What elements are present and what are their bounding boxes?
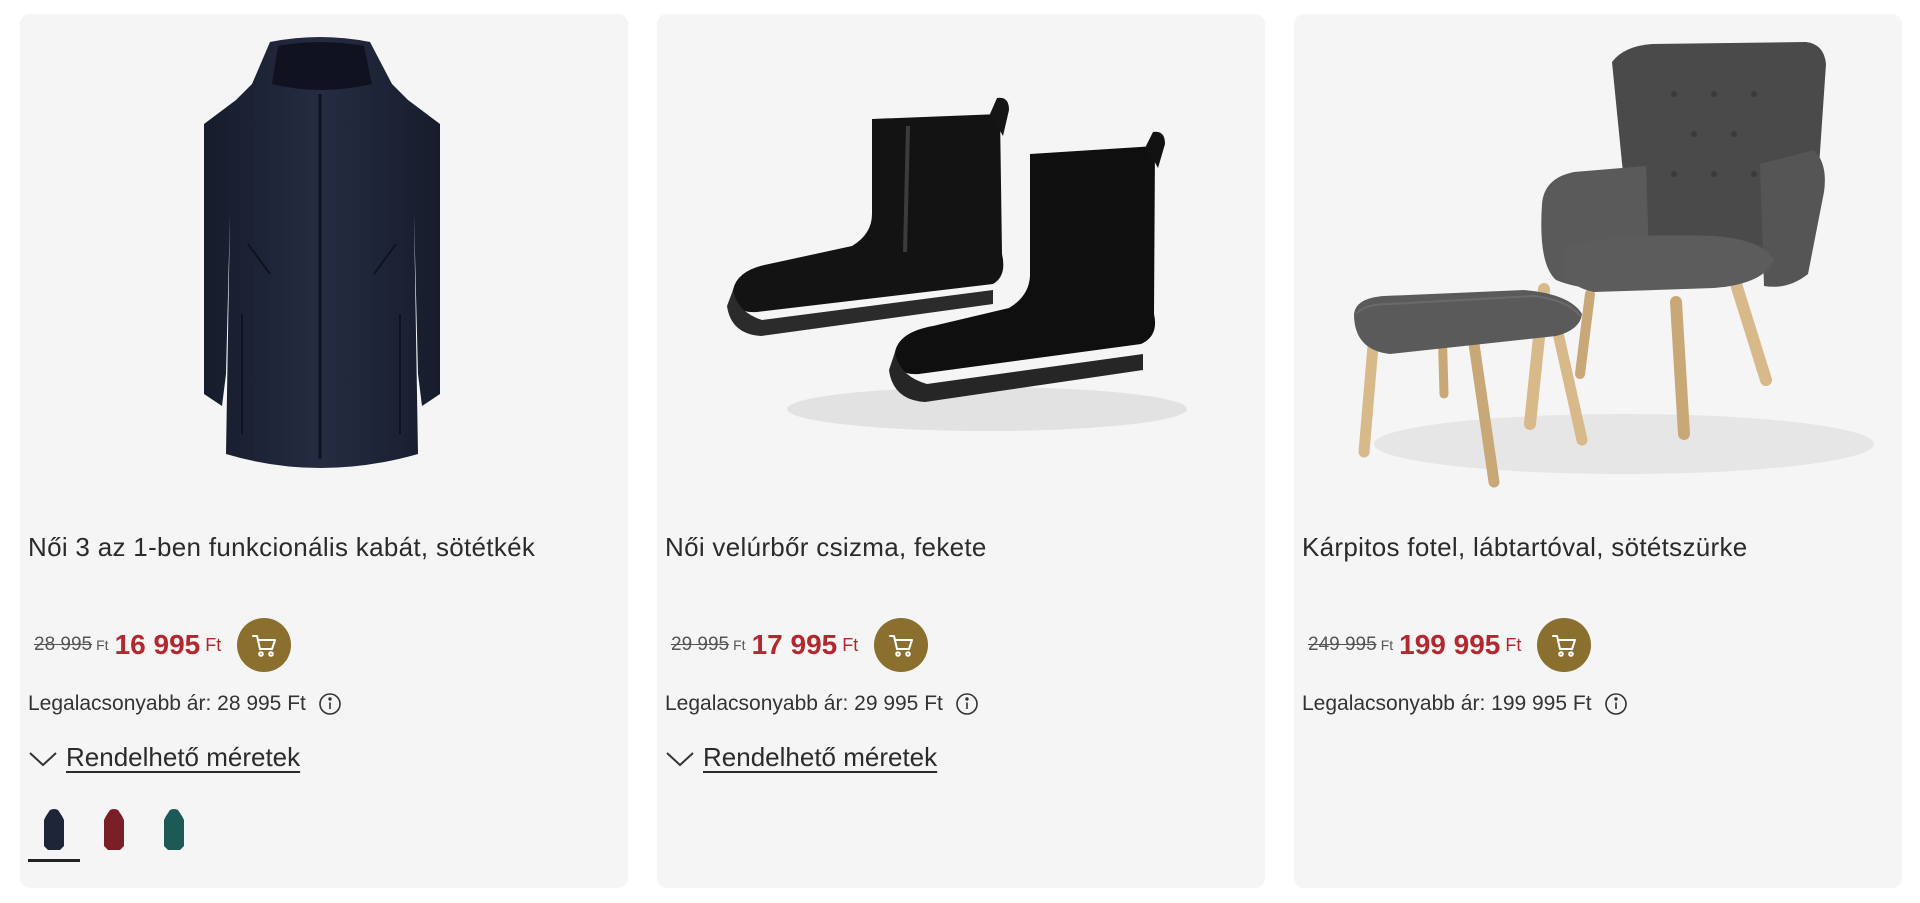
- chevron-down-icon: [666, 751, 694, 766]
- product-title[interactable]: Női velúrbőr csizma, fekete: [665, 532, 987, 563]
- product-title[interactable]: Női 3 az 1-ben funkcionális kabát, sötét…: [28, 532, 535, 563]
- sale-price-currency: Ft: [842, 634, 859, 655]
- lowest-price: Legalacsonyabb ár: 28 995 Ft: [28, 692, 342, 716]
- old-price-currency: Ft: [96, 637, 109, 653]
- add-to-cart-button[interactable]: [874, 618, 929, 672]
- price-row: 249 995 Ft 199 995 Ft: [1308, 618, 1592, 672]
- product-title[interactable]: Kárpitos fotel, lábtartóval, sötétszürke: [1302, 532, 1748, 563]
- price-row: 29 995 Ft 17 995 Ft: [671, 618, 929, 672]
- coat-thumbnail: [44, 809, 64, 850]
- available-sizes-toggle[interactable]: Rendelhető méretek: [665, 742, 937, 773]
- cart-icon: [889, 635, 914, 657]
- product-image-armchair[interactable]: [1294, 14, 1902, 514]
- info-icon[interactable]: [318, 692, 342, 716]
- lowest-price: Legalacsonyabb ár: 29 995 Ft: [665, 692, 979, 716]
- add-to-cart-button[interactable]: [1537, 618, 1592, 672]
- add-to-cart-button[interactable]: [237, 618, 292, 672]
- old-price: 28 995: [34, 634, 93, 655]
- sale-price: 199 995: [1399, 629, 1501, 660]
- color-swatches: [28, 804, 208, 862]
- product-grid: Női 3 az 1-ben funkcionális kabát, sötét…: [20, 14, 1904, 888]
- coat-thumbnail: [164, 809, 184, 850]
- product-card[interactable]: Női 3 az 1-ben funkcionális kabát, sötét…: [20, 14, 628, 888]
- available-sizes-label: Rendelhető méretek: [66, 742, 301, 772]
- sale-price: 16 995: [114, 629, 201, 660]
- sale-price-currency: Ft: [205, 634, 222, 655]
- product-card[interactable]: Női velúrbőr csizma, fekete 29 995 Ft 17…: [657, 14, 1265, 888]
- cart-icon: [1552, 635, 1577, 657]
- lowest-price-text: Legalacsonyabb ár: 29 995 Ft: [665, 692, 943, 715]
- lowest-price: Legalacsonyabb ár: 199 995 Ft: [1302, 692, 1628, 716]
- old-price: 249 995: [1308, 634, 1377, 655]
- old-price-currency: Ft: [1380, 637, 1394, 653]
- info-icon[interactable]: [1604, 692, 1628, 716]
- old-price-currency: Ft: [733, 637, 746, 653]
- color-swatch-burgundy[interactable]: [88, 804, 140, 862]
- lowest-price-text: Legalacsonyabb ár: 199 995 Ft: [1302, 692, 1592, 715]
- cart-icon: [252, 635, 277, 657]
- available-sizes-toggle[interactable]: Rendelhető méretek: [28, 742, 300, 773]
- product-card[interactable]: Kárpitos fotel, lábtartóval, sötétszürke…: [1294, 14, 1902, 888]
- chevron-down-icon: [29, 751, 57, 766]
- available-sizes-label: Rendelhető méretek: [703, 742, 938, 772]
- info-icon[interactable]: [955, 692, 979, 716]
- color-swatch-teal[interactable]: [148, 804, 200, 862]
- old-price: 29 995: [671, 634, 730, 655]
- sale-price: 17 995: [751, 629, 838, 660]
- color-swatch-navy[interactable]: [28, 804, 80, 862]
- product-image-boots[interactable]: [657, 14, 1265, 514]
- price-row: 28 995 Ft 16 995 Ft: [34, 618, 292, 672]
- sale-price-currency: Ft: [1505, 634, 1522, 655]
- product-image-coat[interactable]: [20, 14, 628, 514]
- lowest-price-text: Legalacsonyabb ár: 28 995 Ft: [28, 692, 306, 715]
- coat-thumbnail: [104, 809, 124, 850]
